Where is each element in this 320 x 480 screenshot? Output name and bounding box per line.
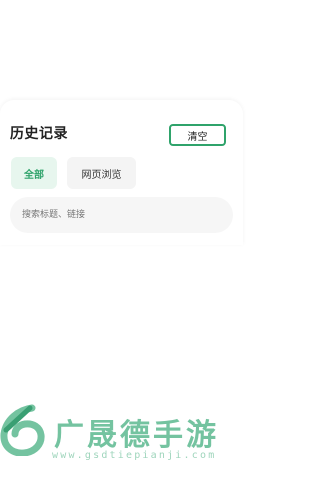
tab-all[interactable]: 全部 <box>11 157 57 189</box>
filter-tabs: 全部 网页浏览 <box>11 157 136 189</box>
tab-web-browsing[interactable]: 网页浏览 <box>67 157 136 189</box>
brand-logo-icon <box>0 404 45 456</box>
watermark-brand: 广晟德手游 <box>54 418 219 453</box>
search-input[interactable] <box>20 209 214 221</box>
watermark-url: www.gsdtiepianji.com <box>52 450 217 461</box>
clear-button[interactable]: 清空 <box>169 124 226 146</box>
watermark: 广晟德手游 www.gsdtiepianji.com <box>0 402 243 472</box>
search-bar[interactable] <box>10 197 233 233</box>
history-panel: 历史记录 清空 全部 网页浏览 <box>0 100 243 245</box>
page: 历史记录 清空 全部 网页浏览 广晟德手游 www.gsdtiepianji.c… <box>0 0 243 480</box>
panel-title: 历史记录 <box>10 126 68 142</box>
